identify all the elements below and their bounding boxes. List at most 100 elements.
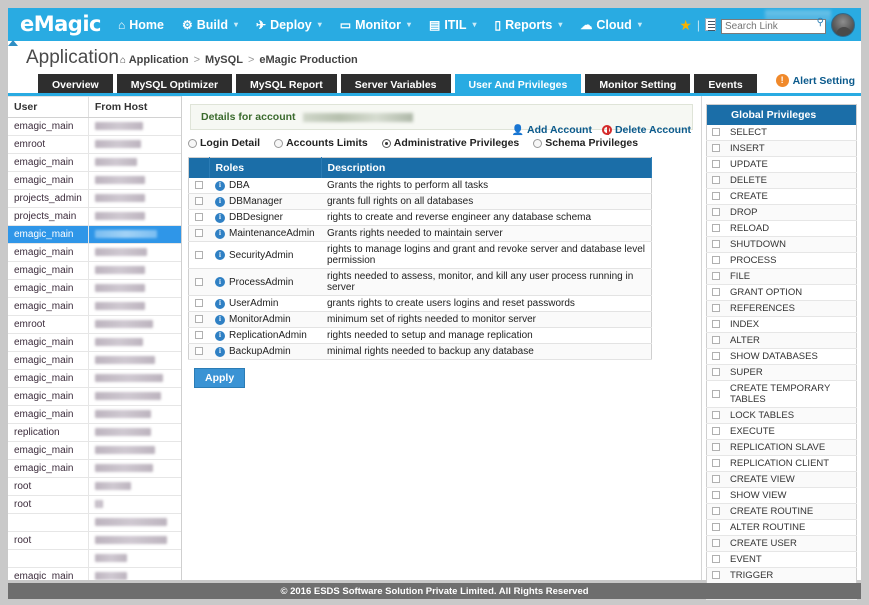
add-account-button[interactable]: 👤 Add Account xyxy=(512,124,592,136)
info-icon[interactable]: i xyxy=(215,298,225,309)
info-icon[interactable]: i xyxy=(215,196,225,207)
privilege-checkbox[interactable] xyxy=(712,555,720,564)
privilege-row[interactable]: CREATE USER xyxy=(706,535,857,552)
privilege-checkbox[interactable] xyxy=(712,368,720,377)
privilege-row[interactable]: CREATE VIEW xyxy=(706,471,857,488)
user-row[interactable]: emagic_main xyxy=(8,567,181,580)
user-row[interactable]: emagic_main xyxy=(8,243,181,262)
privilege-row[interactable]: SHUTDOWN xyxy=(706,236,857,253)
privilege-checkbox[interactable] xyxy=(712,224,720,233)
privilege-checkbox[interactable] xyxy=(712,272,720,281)
privilege-row[interactable]: DELETE xyxy=(706,172,857,189)
privilege-row[interactable]: INDEX xyxy=(706,316,857,333)
delete-account-button[interactable]: Delete Account xyxy=(601,124,691,136)
privilege-checkbox[interactable] xyxy=(712,539,720,548)
info-icon[interactable]: i xyxy=(215,250,225,260)
nav-item-deploy[interactable]: ✈ Deploy ▾ xyxy=(247,8,331,41)
privilege-checkbox[interactable] xyxy=(712,523,720,532)
user-row[interactable]: emagic_main xyxy=(8,351,181,370)
privilege-checkbox[interactable] xyxy=(712,352,720,361)
privilege-row[interactable]: REPLICATION CLIENT xyxy=(706,455,857,472)
user-row[interactable]: root xyxy=(8,477,181,496)
privilege-row[interactable]: DROP xyxy=(706,204,857,221)
privilege-row[interactable]: SHOW DATABASES xyxy=(706,348,857,365)
avatar[interactable] xyxy=(831,12,855,37)
role-checkbox[interactable] xyxy=(195,197,203,206)
role-row[interactable]: i DBDesigner rights to create and reverse … xyxy=(188,209,652,226)
privilege-checkbox[interactable] xyxy=(712,128,720,137)
privilege-checkbox[interactable] xyxy=(712,256,720,265)
role-row[interactable]: i SecurityAdmin rights to manage logins an… xyxy=(188,241,652,269)
privilege-checkbox[interactable] xyxy=(712,459,720,468)
info-icon[interactable]: i xyxy=(215,228,225,239)
info-icon[interactable]: i xyxy=(215,180,225,191)
list-icon[interactable] xyxy=(705,18,716,31)
user-row[interactable]: emagic_main xyxy=(8,405,181,424)
role-row[interactable]: i MaintenanceAdmin Grants rights needed to… xyxy=(188,225,652,242)
privilege-row[interactable]: CREATE xyxy=(706,188,857,205)
privilege-row[interactable]: GRANT OPTION xyxy=(706,284,857,301)
privilege-row[interactable]: TRIGGER xyxy=(706,567,857,584)
privilege-checkbox[interactable] xyxy=(712,304,720,313)
breadcrumb-item-2[interactable]: eMagic Production xyxy=(259,54,357,66)
role-row[interactable]: i BackupAdmin minimal rights needed to bac… xyxy=(188,343,652,360)
user-row[interactable]: emagic_main xyxy=(8,225,181,244)
privilege-row[interactable]: REPLICATION SLAVE xyxy=(706,439,857,456)
user-row[interactable]: emagic_main xyxy=(8,279,181,298)
info-icon[interactable]: i xyxy=(215,212,225,223)
privilege-row[interactable]: PROCESS xyxy=(706,252,857,269)
role-checkbox[interactable] xyxy=(195,331,203,340)
privilege-checkbox[interactable] xyxy=(712,411,720,420)
role-checkbox[interactable] xyxy=(195,213,203,222)
nav-item-home[interactable]: ⌂ Home xyxy=(109,8,173,41)
user-row[interactable]: projects_main xyxy=(8,207,181,226)
user-row[interactable]: emagic_main xyxy=(8,171,181,190)
alert-setting-link[interactable]: ! Alert Setting xyxy=(775,74,855,87)
privilege-checkbox[interactable] xyxy=(712,144,720,153)
role-checkbox[interactable] xyxy=(195,347,203,356)
user-row[interactable]: emagic_main xyxy=(8,333,181,352)
user-row[interactable]: replication xyxy=(8,423,181,442)
privilege-checkbox[interactable] xyxy=(712,491,720,500)
user-row[interactable]: emagic_main xyxy=(8,369,181,388)
privilege-row[interactable]: SHOW VIEW xyxy=(706,487,857,504)
privilege-checkbox[interactable] xyxy=(712,240,720,249)
role-row[interactable]: i UserAdmin grants rights to create users … xyxy=(188,295,652,312)
radio-administrative-privileges[interactable]: Administrative Privileges xyxy=(381,137,519,149)
user-row[interactable] xyxy=(8,513,181,532)
privilege-row[interactable]: INSERT xyxy=(706,140,857,157)
privilege-checkbox[interactable] xyxy=(712,208,720,217)
info-icon[interactable]: i xyxy=(215,346,225,357)
privilege-checkbox[interactable] xyxy=(712,320,720,329)
privilege-checkbox[interactable] xyxy=(712,192,720,201)
search-input[interactable] xyxy=(721,18,826,34)
privilege-checkbox[interactable] xyxy=(712,443,720,452)
privilege-row[interactable]: SELECT xyxy=(706,125,857,141)
brand-logo[interactable]: eMagic xyxy=(8,14,109,35)
role-checkbox[interactable] xyxy=(195,181,203,190)
user-row[interactable]: emagic_main xyxy=(8,387,181,406)
privilege-checkbox[interactable] xyxy=(712,389,720,398)
nav-item-itil[interactable]: ▤ ITIL ▾ xyxy=(420,8,486,41)
favorite-star-icon[interactable]: ★ xyxy=(679,18,692,32)
user-row[interactable] xyxy=(8,549,181,568)
privilege-checkbox[interactable] xyxy=(712,176,720,185)
search-icon[interactable]: ⚲ xyxy=(817,17,824,28)
info-icon[interactable]: i xyxy=(215,330,225,341)
privilege-checkbox[interactable] xyxy=(712,336,720,345)
role-checkbox[interactable] xyxy=(195,299,203,308)
privilege-checkbox[interactable] xyxy=(712,427,720,436)
nav-item-build[interactable]: ⚙ Build ▾ xyxy=(173,8,247,41)
privilege-row[interactable]: EXECUTE xyxy=(706,423,857,440)
user-row[interactable]: root xyxy=(8,531,181,550)
role-checkbox[interactable] xyxy=(195,250,203,259)
privilege-row[interactable]: REFERENCES xyxy=(706,300,857,317)
privilege-checkbox[interactable] xyxy=(712,160,720,169)
privilege-row[interactable]: UPDATE xyxy=(706,156,857,173)
role-checkbox[interactable] xyxy=(195,277,203,286)
role-checkbox[interactable] xyxy=(195,229,203,238)
role-row[interactable]: i DBManager grants full rights on all data… xyxy=(188,193,652,210)
user-row[interactable]: emroot xyxy=(8,135,181,154)
privilege-row[interactable]: CREATE ROUTINE xyxy=(706,503,857,520)
role-checkbox[interactable] xyxy=(195,315,203,324)
